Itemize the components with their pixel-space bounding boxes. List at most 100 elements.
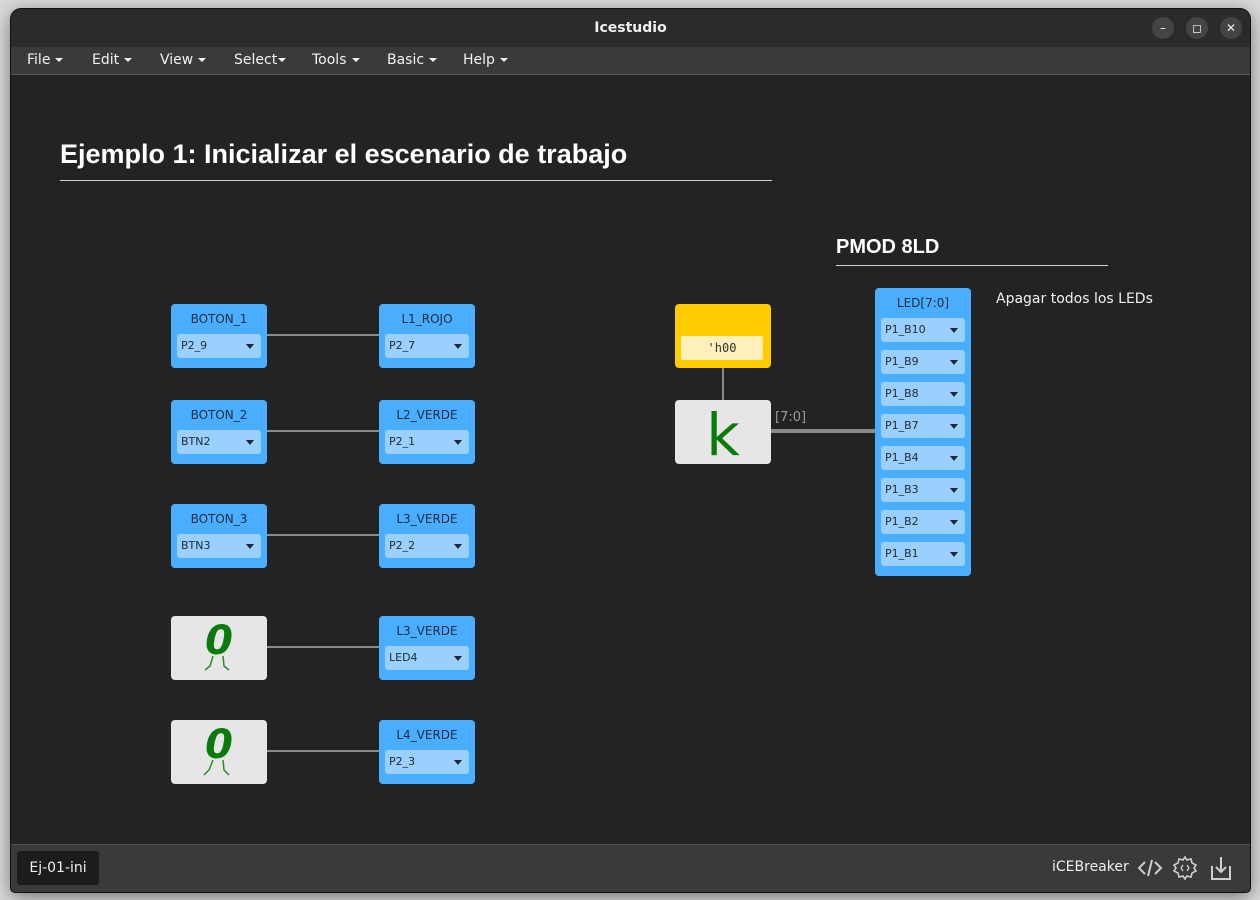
pin-select[interactable]: P1_B4 <box>881 446 965 470</box>
chevron-down-icon <box>454 544 462 549</box>
window-title: Icestudio <box>594 20 667 36</box>
pin-value: P2_1 <box>389 435 416 448</box>
output-block-l4-verde[interactable]: L4_VERDE P2_3 <box>379 720 475 784</box>
pin-select[interactable]: P2_3 <box>385 750 469 774</box>
close-icon: ✕ <box>1225 21 1237 35</box>
bit-zero-block[interactable]: 0 <box>171 616 267 680</box>
constant-block[interactable]: 'h00 <box>675 304 771 368</box>
bus-width-label: [7:0] <box>775 410 807 425</box>
status-bar: Ej-01-ini iCEBreaker <box>11 844 1250 892</box>
menu-help[interactable]: Help <box>463 47 508 74</box>
zero-glyph-icon: 0 <box>203 722 233 776</box>
menu-label: Tools <box>312 52 347 68</box>
bit-zero-block[interactable]: 0 <box>171 720 267 784</box>
pin-select[interactable]: P1_B2 <box>881 510 965 534</box>
wire[interactable] <box>267 646 379 648</box>
chevron-down-icon <box>950 392 958 397</box>
svg-text:0: 0 <box>205 722 233 768</box>
design-canvas[interactable]: Ejemplo 1: Inicializar el escenario de t… <box>11 75 1250 844</box>
pin-value: P1_B7 <box>885 419 919 432</box>
build-gear-icon[interactable] <box>1171 854 1199 882</box>
k-glyph-icon: k <box>706 401 740 469</box>
block-label: L1_ROJO <box>401 312 453 326</box>
code-icon[interactable] <box>1136 854 1164 882</box>
pin-select[interactable]: P2_2 <box>385 534 469 558</box>
constant-value-field[interactable]: 'h00 <box>681 336 763 360</box>
chevron-down-icon <box>246 544 254 549</box>
pin-select[interactable]: P2_7 <box>385 334 469 358</box>
pin-value: P1_B9 <box>885 355 919 368</box>
block-label: L3_VERDE <box>396 512 458 526</box>
pin-value: P2_3 <box>389 755 416 768</box>
chevron-down-icon <box>454 344 462 349</box>
upload-download-icon[interactable] <box>1207 854 1235 882</box>
pin-select[interactable]: BTN2 <box>177 430 261 454</box>
chevron-down-icon <box>198 58 207 62</box>
block-label: L2_VERDE <box>396 408 458 422</box>
input-block-boton-3[interactable]: BOTON_3 BTN3 <box>171 504 267 568</box>
block-label: L4_VERDE <box>396 728 458 742</box>
maximize-button[interactable]: ◻ <box>1186 17 1208 39</box>
input-block-boton-1[interactable]: BOTON_1 P2_9 <box>171 304 267 368</box>
pin-select[interactable]: LED4 <box>385 646 469 670</box>
menu-label: Help <box>463 52 495 68</box>
pin-select[interactable]: P1_B3 <box>881 478 965 502</box>
menu-tools[interactable]: Tools <box>312 47 360 74</box>
output-block-l3-verde[interactable]: L3_VERDE P2_2 <box>379 504 475 568</box>
pin-select[interactable]: P1_B9 <box>881 350 965 374</box>
block-label: BOTON_1 <box>190 312 248 326</box>
block-label: L3_VERDE <box>396 624 458 638</box>
chevron-down-icon <box>454 760 462 765</box>
minimize-icon: – <box>1160 21 1166 35</box>
menu-basic[interactable]: Basic <box>387 47 438 74</box>
block-label: BOTON_2 <box>190 408 248 422</box>
input-block-boton-2[interactable]: BOTON_2 BTN2 <box>171 400 267 464</box>
pin-value: BTN3 <box>181 539 211 552</box>
menu-edit[interactable]: Edit <box>92 47 133 74</box>
menu-view[interactable]: View <box>160 47 207 74</box>
pin-value: P1_B2 <box>885 515 919 528</box>
chevron-down-icon <box>499 58 508 62</box>
wire[interactable] <box>267 534 379 536</box>
wire[interactable] <box>267 750 379 752</box>
chevron-down-icon <box>429 58 438 62</box>
menu-select[interactable]: Select <box>234 47 287 74</box>
pin-value: P2_9 <box>181 339 208 352</box>
chevron-down-icon <box>950 488 958 493</box>
wire[interactable] <box>267 430 379 432</box>
chevron-down-icon <box>950 328 958 333</box>
pin-value: P1_B4 <box>885 451 919 464</box>
board-name[interactable]: iCEBreaker <box>1052 859 1129 875</box>
wire[interactable] <box>267 334 379 336</box>
pin-select[interactable]: P1_B10 <box>881 318 965 342</box>
output-block-l2-verde[interactable]: L2_VERDE P2_1 <box>379 400 475 464</box>
pin-value: P1_B10 <box>885 323 926 336</box>
pin-select[interactable]: P1_B7 <box>881 414 965 438</box>
wire[interactable] <box>722 368 724 400</box>
svg-text:0: 0 <box>205 618 233 664</box>
pin-select[interactable]: P2_1 <box>385 430 469 454</box>
menu-label: View <box>160 52 194 68</box>
chevron-down-icon <box>950 552 958 557</box>
pin-select[interactable]: P1_B1 <box>881 542 965 566</box>
project-tab[interactable]: Ej-01-ini <box>17 851 99 885</box>
minimize-button[interactable]: – <box>1152 17 1174 39</box>
menu-label: File <box>27 52 51 68</box>
menu-bar: File Edit View Select Tools Basic Help <box>11 47 1250 75</box>
bus-wire[interactable] <box>771 429 875 433</box>
output-block-l3-verde-led4[interactable]: L3_VERDE LED4 <box>379 616 475 680</box>
constant-k-block[interactable]: k <box>675 400 771 469</box>
output-block-led-bus[interactable]: LED[7:0] P1_B10 P1_B9 P1_B8 P1_B7 P1_B4 … <box>875 288 971 576</box>
pin-select[interactable]: BTN3 <box>177 534 261 558</box>
comment-note[interactable]: Apagar todos los LEDs <box>996 291 1153 307</box>
pin-select[interactable]: P1_B8 <box>881 382 965 406</box>
output-block-l1-rojo[interactable]: L1_ROJO P2_7 <box>379 304 475 368</box>
chevron-down-icon <box>124 58 133 62</box>
maximize-icon: ◻ <box>1192 21 1202 35</box>
menu-file[interactable]: File <box>27 47 64 74</box>
block-label: LED[7:0] <box>896 296 950 310</box>
pin-value: P2_2 <box>389 539 416 552</box>
pin-select[interactable]: P2_9 <box>177 334 261 358</box>
chevron-down-icon <box>351 58 360 62</box>
close-button[interactable]: ✕ <box>1220 17 1242 39</box>
